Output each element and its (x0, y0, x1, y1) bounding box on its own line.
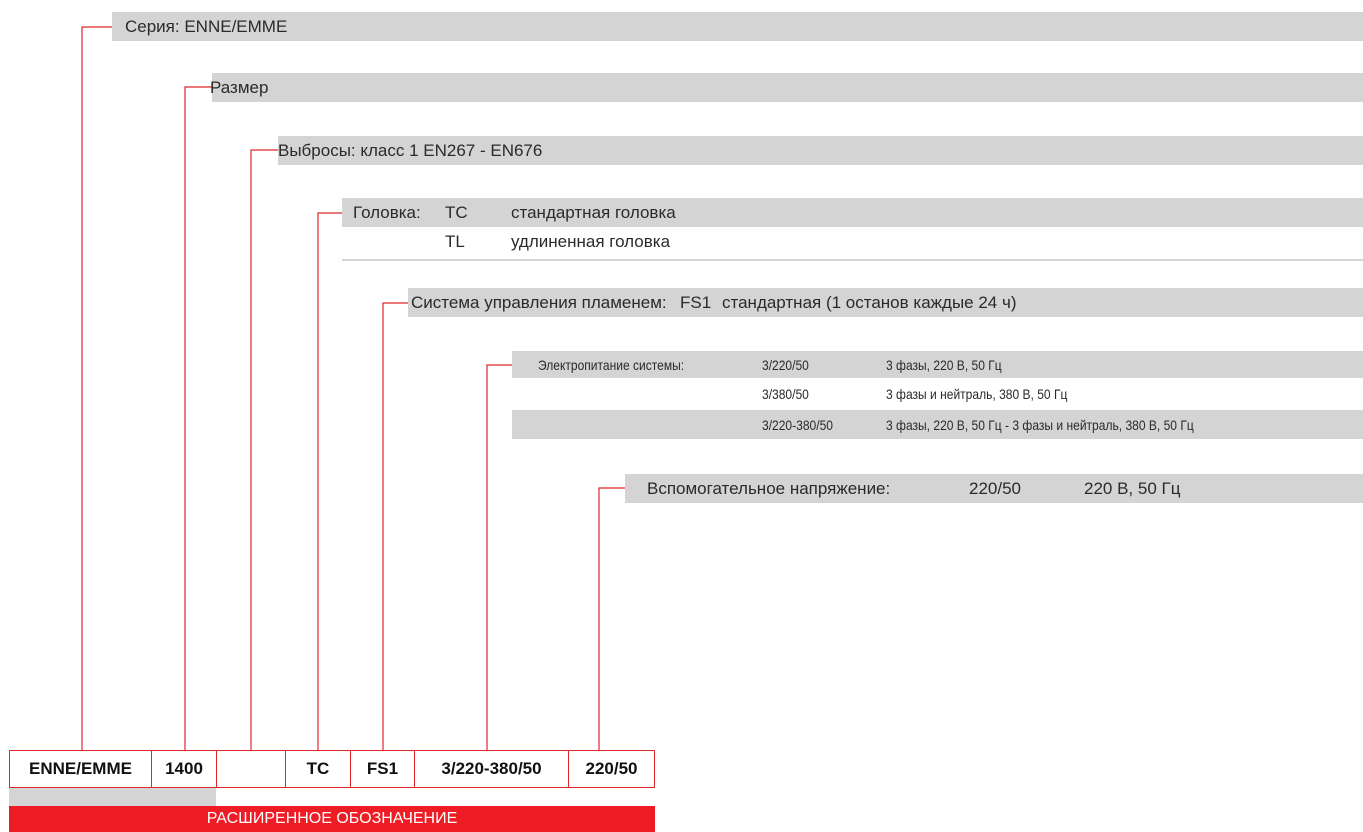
connector-emissions (250, 149, 278, 750)
aux-label: Вспомогательное напряжение: (647, 479, 891, 498)
flame-code: FS1 (680, 293, 712, 312)
size-band (212, 73, 1363, 102)
code-box-power: 3/220-380/50 (414, 750, 569, 788)
head-option-desc: удлиненная головка (511, 232, 671, 251)
connector-series (81, 26, 112, 750)
size-label: Размер (210, 78, 269, 97)
code-box-size: 1400 (151, 750, 217, 788)
connector-head (317, 212, 342, 750)
code-box-series: ENNE/EMME (9, 750, 152, 788)
head-band (342, 198, 1363, 227)
power-option-code: 3/380/50 (762, 386, 809, 402)
connector-aux (598, 487, 625, 750)
code-box-head: TC (285, 750, 351, 788)
connector-flame (382, 302, 408, 750)
head-label: Головка: (353, 203, 421, 222)
head-separator (342, 259, 1363, 261)
code-box-emissions (216, 750, 286, 788)
power-option-desc: 3 фазы, 220 В, 50 Гц (886, 357, 1002, 373)
head-option-code: TC (445, 203, 468, 222)
power-option-code: 3/220/50 (762, 357, 809, 373)
head-option-code: TL (445, 232, 465, 251)
code-box-flame: FS1 (350, 750, 415, 788)
connector-power (486, 364, 512, 750)
power-option-code: 3/220-380/50 (762, 417, 833, 433)
power-option-desc: 3 фазы, 220 В, 50 Гц - 3 фазы и нейтраль… (886, 417, 1194, 433)
aux-desc: 220 В, 50 Гц (1084, 479, 1181, 498)
extended-designation-bar: РАСШИРЕННОЕ ОБОЗНАЧЕНИЕ (9, 806, 655, 832)
connector-size (184, 86, 212, 750)
flame-desc: стандартная (1 останов каждые 24 ч) (722, 293, 1017, 312)
code-box-aux: 220/50 (568, 750, 655, 788)
basic-designation-label (9, 788, 216, 806)
emissions-label: Выбросы: класс 1 EN267 - EN676 (278, 141, 543, 160)
series-label: Серия: ENNE/EMME (125, 17, 288, 36)
basic-designation (9, 737, 216, 738)
head-option-desc: стандартная головка (511, 203, 676, 222)
flame-label: Система управления пламенем: (411, 293, 667, 312)
aux-code: 220/50 (969, 479, 1021, 498)
power-option-desc: 3 фазы и нейтраль, 380 В, 50 Гц (886, 386, 1068, 402)
power-label: Электропитание системы: (538, 357, 685, 373)
series-band (112, 12, 1363, 41)
